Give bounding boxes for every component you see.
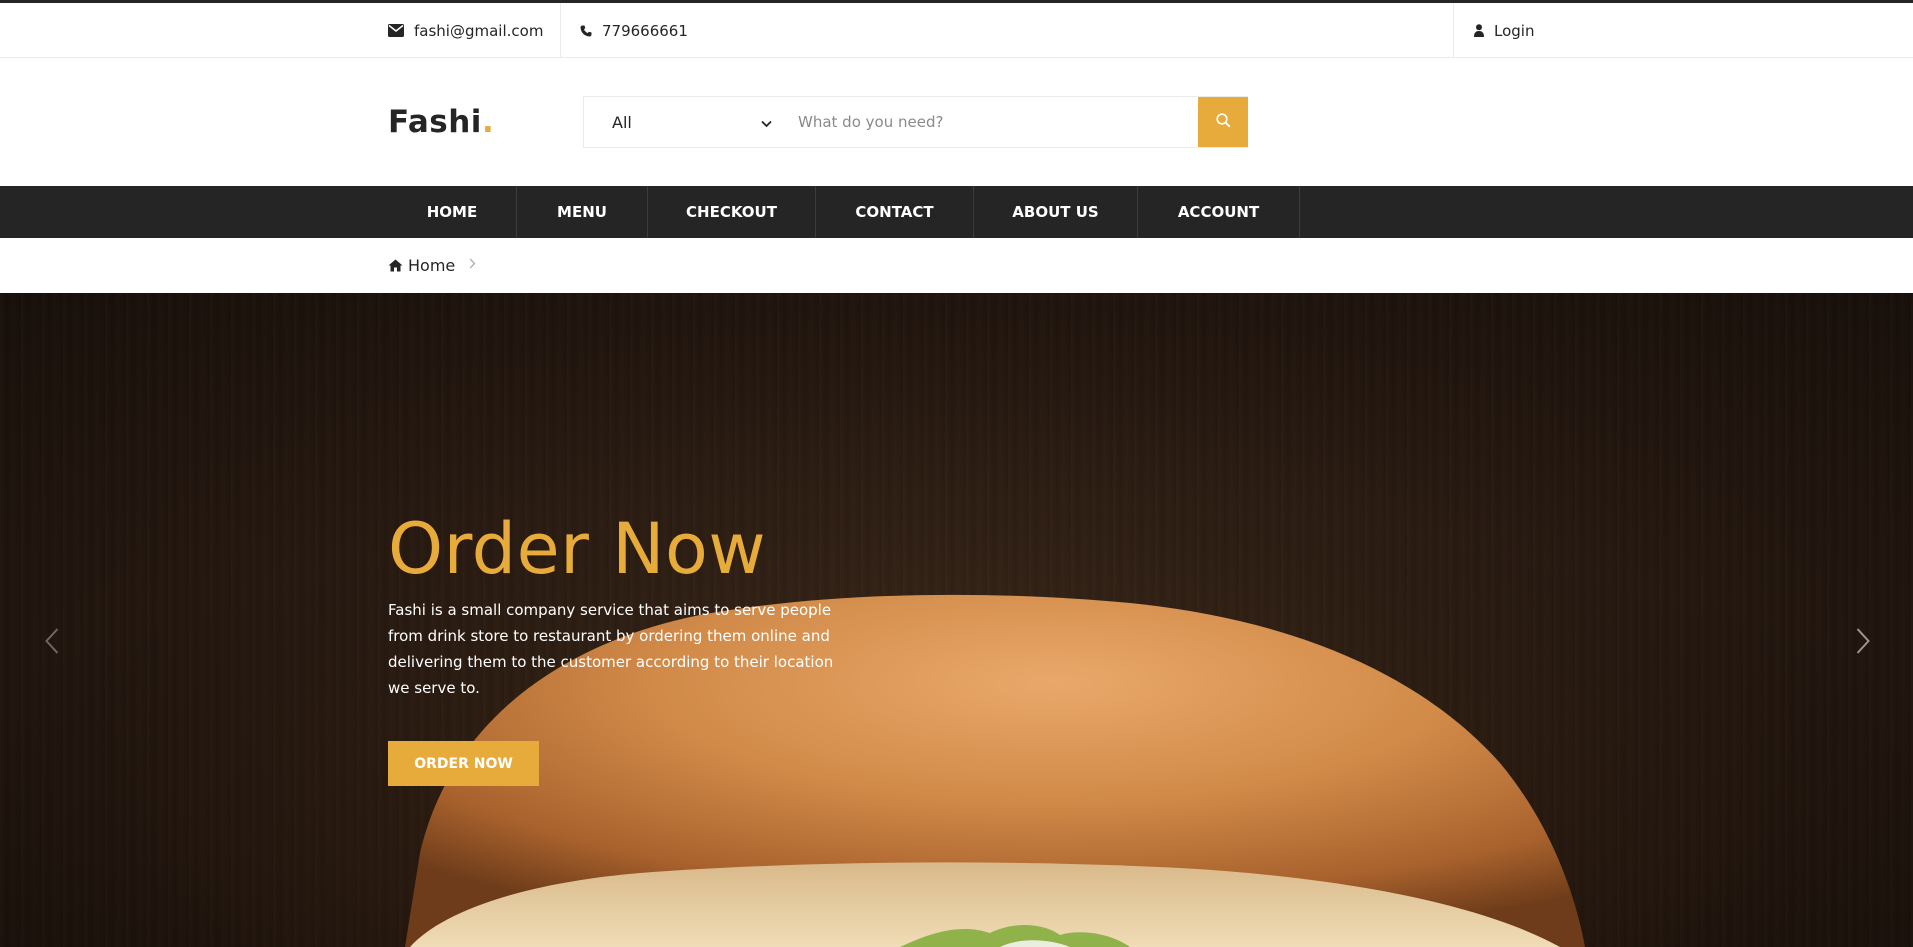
breadcrumb-home[interactable]: Home	[388, 256, 455, 275]
order-now-button[interactable]: ORDER NOW	[388, 741, 539, 786]
user-icon	[1474, 24, 1484, 37]
search-icon	[1215, 112, 1231, 132]
hero-slider: Order Now Fashi is a small company servi…	[0, 293, 1913, 947]
nav-item-account[interactable]: ACCOUNT	[1138, 186, 1300, 238]
phone-icon	[580, 25, 592, 37]
nav-item-menu[interactable]: MENU	[517, 186, 648, 238]
login-link[interactable]: Login	[1474, 3, 1534, 58]
slider-prev-button[interactable]	[37, 623, 67, 663]
slider-next-button[interactable]	[1848, 623, 1878, 663]
home-icon	[388, 259, 403, 272]
nav-item-contact[interactable]: CONTACT	[816, 186, 974, 238]
phone-text: 779666661	[602, 21, 688, 40]
nav-item-label: CHECKOUT	[686, 203, 777, 221]
nav-item-checkout[interactable]: CHECKOUT	[648, 186, 816, 238]
contact-phone: 779666661	[580, 3, 688, 58]
nav-item-home[interactable]: HOME	[388, 186, 517, 238]
hero-burger-image	[0, 293, 1913, 947]
login-label: Login	[1494, 21, 1535, 40]
nav-item-label: CONTACT	[855, 203, 934, 221]
envelope-icon	[388, 24, 404, 37]
hero-title: Order Now	[388, 508, 767, 590]
divider	[560, 3, 561, 58]
logo-text: Fashi	[388, 104, 482, 140]
category-select[interactable]: All	[584, 97, 784, 147]
search-input[interactable]	[784, 97, 1198, 147]
contact-email: fashi@gmail.com	[388, 3, 543, 58]
divider	[1453, 3, 1454, 58]
nav-item-label: ABOUT US	[1012, 203, 1099, 221]
nav-item-label: MENU	[557, 203, 607, 221]
chevron-down-icon	[761, 113, 772, 132]
nav-list: HOME MENU CHECKOUT CONTACT ABOUT US ACCO…	[388, 186, 1300, 238]
search-button[interactable]	[1198, 97, 1248, 147]
logo-dot: .	[481, 104, 495, 140]
search-bar: All	[583, 96, 1248, 148]
nav-item-label: HOME	[426, 203, 478, 221]
chevron-right-icon	[1856, 628, 1870, 658]
nav-item-label: ACCOUNT	[1177, 203, 1260, 221]
breadcrumb: Home	[388, 254, 476, 276]
nav-item-about-us[interactable]: ABOUT US	[974, 186, 1138, 238]
category-value: All	[612, 112, 632, 132]
top-bar: fashi@gmail.com 779666661 Login	[0, 0, 1913, 58]
main-nav: HOME MENU CHECKOUT CONTACT ABOUT US ACCO…	[0, 186, 1913, 238]
hero-description: Fashi is a small company service that ai…	[388, 601, 834, 697]
breadcrumb-home-label: Home	[408, 255, 456, 275]
chevron-left-icon	[45, 628, 59, 658]
chevron-right-icon	[469, 257, 476, 273]
site-logo[interactable]: Fashi.	[388, 104, 494, 140]
email-text: fashi@gmail.com	[414, 21, 544, 40]
